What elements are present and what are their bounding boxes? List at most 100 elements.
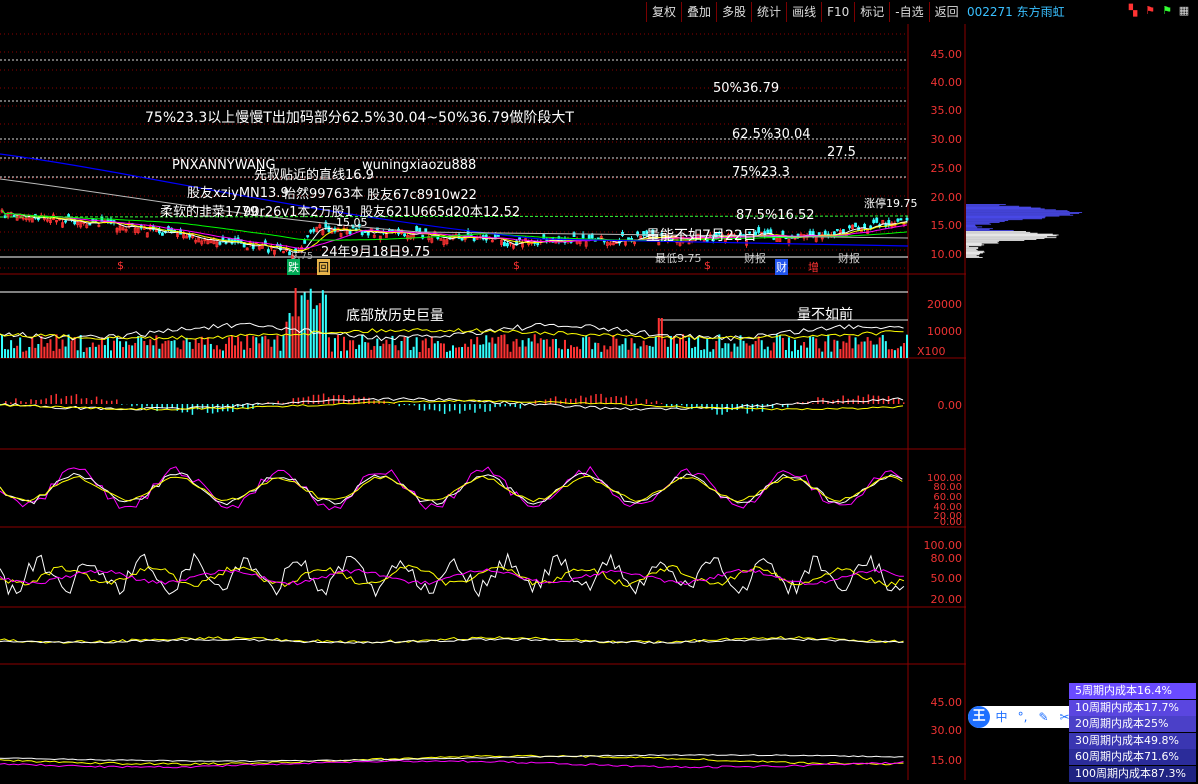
marker-dollar-1[interactable]: $: [117, 259, 124, 272]
macd-bar: [671, 404, 673, 406]
volume-bar: [68, 334, 70, 358]
volume-bar: [888, 349, 890, 358]
candle-body: [328, 227, 330, 232]
candle-body: [404, 234, 406, 236]
chip-bar: [966, 210, 1068, 211]
volume-bar: [446, 352, 448, 358]
marker-dollar-3[interactable]: $: [704, 259, 711, 272]
volume-bar: [588, 337, 590, 358]
volume-bar: [606, 349, 608, 358]
volume-bar: [700, 350, 702, 358]
volume-bar: [119, 341, 121, 358]
volume-bar: [207, 337, 209, 358]
multi-stock-button[interactable]: 多股: [716, 2, 751, 22]
volume-bar: [161, 344, 163, 358]
chip-bar: [966, 229, 990, 230]
candle-body: [900, 219, 902, 220]
marker-drop[interactable]: 跌: [287, 259, 300, 275]
macd-bar: [752, 404, 754, 411]
grid-icon[interactable]: ▦: [1177, 4, 1191, 18]
marker-dollar-2[interactable]: $: [513, 259, 520, 272]
macd-bar: [424, 404, 426, 411]
volume-bar: [243, 350, 245, 358]
volume-bar: [679, 338, 681, 358]
volume-bar: [134, 343, 136, 358]
macd-bar: [600, 394, 602, 404]
volume-bar: [34, 348, 36, 358]
macd-bar: [686, 404, 688, 407]
macd-bar: [338, 395, 340, 404]
volume-bar: [879, 337, 881, 358]
macd-bar: [509, 404, 511, 406]
volume-bar: [428, 348, 430, 358]
volume-bar: [715, 341, 717, 358]
volume-bar: [525, 347, 527, 358]
macd-bar: [76, 394, 78, 404]
volume-bar: [585, 335, 587, 358]
macd-bar: [681, 404, 683, 405]
volume-bar: [658, 318, 660, 358]
bottom-line3: [0, 755, 904, 762]
green-flag-icon[interactable]: ⚑: [1160, 4, 1174, 18]
volume-bar: [558, 348, 560, 358]
ime-handwrite-icon[interactable]: ✎: [1034, 707, 1053, 727]
macd-bar: [212, 404, 214, 414]
overlay-button[interactable]: 叠加: [681, 2, 716, 22]
macd-bar: [494, 404, 496, 407]
volume-bar: [655, 336, 657, 358]
f10-button[interactable]: F10: [821, 2, 854, 22]
volume-bar: [410, 350, 412, 358]
volume-bar: [128, 345, 130, 358]
remove-watchlist-button[interactable]: -自选: [889, 2, 928, 22]
volume-bar: [631, 338, 633, 358]
price-tick-label: 30.00: [931, 133, 963, 146]
macd-bar: [626, 396, 628, 404]
marker-increase[interactable]: 增: [808, 259, 819, 275]
volume-tick-label: 10000: [927, 325, 962, 338]
price-tick-label: 35.00: [931, 104, 963, 117]
back-button[interactable]: 返回: [929, 2, 964, 22]
volume-bar: [225, 344, 227, 358]
macd-bar: [399, 404, 401, 406]
ime-chinese-mode[interactable]: 中: [992, 707, 1011, 727]
chip-bar: [966, 235, 1059, 236]
volume-bar: [231, 336, 233, 358]
red-flag-icon[interactable]: ⚑: [1143, 4, 1157, 18]
volume-bar: [234, 345, 236, 358]
marker-finance[interactable]: 财: [775, 259, 788, 275]
volume-bar: [761, 340, 763, 358]
chip-bar: [966, 221, 1005, 222]
macd-tick-label: 0.00: [938, 399, 963, 412]
volume-bar: [258, 343, 260, 358]
chip-bar: [966, 245, 984, 246]
volume-bar: [621, 344, 623, 358]
chip-bar: [966, 238, 1044, 239]
volume-bar: [618, 346, 620, 358]
ime-punctuation-icon[interactable]: °,: [1013, 707, 1032, 727]
volume-bar: [649, 346, 651, 358]
mark-button[interactable]: 标记: [854, 2, 889, 22]
chart-flag-icon[interactable]: ▚: [1126, 4, 1140, 18]
macd-bar: [414, 404, 416, 405]
cost-row-30: 30周期内成本49.8%: [1069, 733, 1196, 749]
fuquan-button[interactable]: 复权: [646, 2, 681, 22]
marker-return[interactable]: 回: [317, 259, 330, 275]
volume-bar: [848, 336, 850, 358]
volume-bar: [328, 337, 330, 358]
rsi-tick-label: 20.00: [931, 593, 963, 606]
volume-bar: [174, 340, 176, 358]
ime-logo-icon[interactable]: 王: [968, 706, 990, 728]
volume-bar: [434, 343, 436, 358]
volume-bar: [25, 351, 27, 358]
macd-bar: [499, 404, 501, 407]
volume-bar: [146, 345, 148, 358]
chip-bar: [966, 247, 978, 248]
stats-button[interactable]: 统计: [751, 2, 786, 22]
volume-bar: [394, 345, 396, 358]
macd-bar: [111, 401, 113, 404]
volume-unit-label: X100: [917, 345, 946, 358]
candle-body: [89, 224, 91, 225]
volume-bar: [249, 348, 251, 358]
draw-line-button[interactable]: 画线: [786, 2, 821, 22]
volume-bar: [49, 339, 51, 358]
